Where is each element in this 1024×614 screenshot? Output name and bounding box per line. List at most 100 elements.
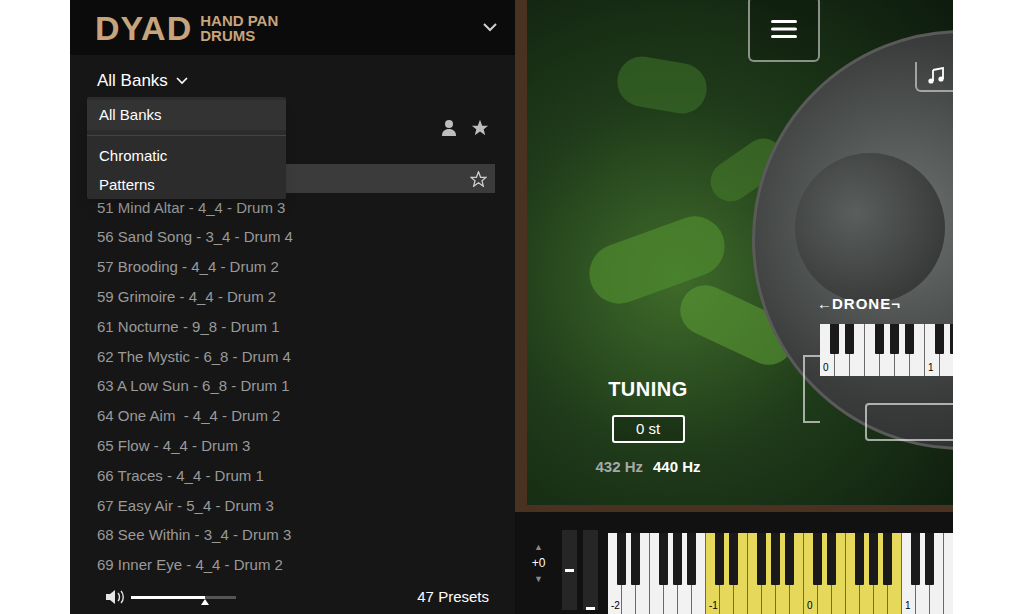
menu-button[interactable] (748, 0, 820, 62)
chevron-down-icon[interactable] (176, 77, 188, 85)
user-icon[interactable] (441, 119, 457, 136)
black-key[interactable] (659, 533, 668, 585)
transpose-up[interactable]: ▲ (534, 542, 543, 552)
black-key[interactable] (875, 324, 884, 354)
white-key[interactable] (944, 533, 953, 614)
preset-name[interactable]: 62 The Mystic - 6_8 - Drum 4 (97, 346, 291, 369)
bank-menu-label[interactable]: Chromatic (99, 145, 167, 168)
logo-subtitle-line: DRUMS (200, 28, 278, 43)
star-outline-icon[interactable] (470, 171, 487, 187)
mod-wheel-marker (586, 607, 595, 610)
octave[interactable]: 1 (925, 324, 953, 376)
preset-name[interactable]: 61 Nocturne - 9_8 - Drum 1 (97, 316, 280, 339)
preset-name[interactable]: 64 One Aim - 4_4 - Drum 2 (97, 405, 280, 428)
star-icon[interactable] (471, 119, 489, 136)
patterns-button[interactable] (915, 62, 953, 92)
black-key[interactable] (935, 324, 944, 354)
black-key[interactable] (855, 533, 864, 585)
preset-name[interactable]: 59 Grimoire - 4_4 - Drum 2 (97, 286, 276, 309)
chevron-down-icon[interactable] (483, 23, 497, 32)
black-key[interactable] (729, 533, 738, 585)
bank-menu-item[interactable]: All Banks (87, 100, 286, 130)
black-key[interactable] (617, 533, 626, 585)
black-key[interactable] (890, 324, 899, 354)
black-key[interactable] (785, 533, 794, 585)
transpose-control[interactable]: ▲ +0 ▼ (515, 512, 562, 614)
mod-wheel[interactable] (583, 530, 598, 610)
pitch-wheel[interactable] (562, 530, 577, 610)
preset-row[interactable]: 56 Sand Song - 3_4 - Drum 4 (70, 223, 515, 253)
preset-row[interactable]: 65 Flow - 4_4 - Drum 3 (70, 431, 515, 461)
preset-name[interactable]: 56 Sand Song - 3_4 - Drum 4 (97, 226, 293, 249)
preset-count: 47 Presets (417, 586, 489, 609)
music-note-icon[interactable] (927, 67, 945, 85)
black-key[interactable] (687, 533, 696, 585)
hamburger-icon[interactable] (771, 19, 797, 39)
handpan[interactable] (752, 30, 953, 450)
octave[interactable]: 0 (804, 533, 902, 614)
drone-keyboard[interactable]: 01 (820, 324, 953, 376)
bank-menu-item[interactable]: Patterns (87, 171, 286, 199)
black-key[interactable] (950, 324, 953, 354)
octave[interactable]: 1 (902, 533, 953, 614)
black-key[interactable] (925, 533, 934, 585)
bank-menu-label[interactable]: All Banks (99, 104, 162, 127)
reference-option[interactable]: 432 Hz (595, 456, 643, 479)
black-key[interactable] (905, 324, 914, 354)
preset-name[interactable]: 65 Flow - 4_4 - Drum 3 (97, 435, 250, 458)
keyboard[interactable]: -2-10 1 (608, 533, 953, 614)
black-key[interactable] (827, 533, 836, 585)
black-key[interactable] (673, 533, 682, 585)
preset-row[interactable]: 69 Inner Eye - 4_4 - Drum 2 (70, 551, 515, 580)
speaker-icon[interactable] (105, 589, 125, 605)
preset-row[interactable]: 63 A Low Sun - 6_8 - Drum 1 (70, 372, 515, 402)
octave[interactable]: -1 (706, 533, 804, 614)
preset-row[interactable]: 62 The Mystic - 6_8 - Drum 4 (70, 342, 515, 372)
preset-name[interactable]: 67 Easy Air - 5_4 - Drum 3 (97, 495, 274, 518)
black-key[interactable] (830, 324, 839, 354)
logo-subtitle: HAND PANDRUMS (200, 13, 278, 43)
preset-row[interactable]: 67 Easy Air - 5_4 - Drum 3 (70, 491, 515, 521)
octave-label: 1 (905, 600, 911, 611)
black-key[interactable] (771, 533, 780, 585)
preset-row[interactable]: 64 One Aim - 4_4 - Drum 2 (70, 402, 515, 432)
preset-row[interactable]: 57 Brooding - 4_4 - Drum 2 (70, 253, 515, 283)
logo-subtitle-line: HAND PAN (200, 13, 278, 28)
preset-row[interactable]: 66 Traces - 4_4 - Drum 1 (70, 461, 515, 491)
transpose-down[interactable]: ▼ (534, 574, 543, 584)
black-key[interactable] (715, 533, 724, 585)
preset-row[interactable]: 68 See Within - 3_4 - Drum 3 (70, 521, 515, 551)
bank-filter-label[interactable]: All Banks (97, 68, 168, 94)
tuning-field[interactable]: 0 st (612, 415, 685, 443)
tuning-value[interactable]: 0 st (636, 418, 660, 441)
preset-name[interactable]: 57 Brooding - 4_4 - Drum 2 (97, 256, 279, 279)
preset-row[interactable]: 59 Grimoire - 4_4 - Drum 2 (70, 282, 515, 312)
logo: DYAD (95, 11, 192, 45)
octave[interactable]: 0 (820, 324, 925, 376)
preset-name[interactable]: 66 Traces - 4_4 - Drum 1 (97, 465, 264, 488)
black-key[interactable] (883, 533, 892, 585)
volume-fill (131, 596, 205, 599)
bank-menu-label[interactable]: Patterns (99, 174, 155, 197)
octave-label: 0 (807, 600, 813, 611)
black-key[interactable] (757, 533, 766, 585)
volume-thumb[interactable] (201, 599, 209, 605)
bank-filter[interactable]: All Banks (70, 61, 515, 101)
black-key[interactable] (631, 533, 640, 585)
volume-slider[interactable] (131, 596, 236, 599)
preset-name[interactable]: 68 See Within - 3_4 - Drum 3 (97, 524, 291, 547)
preset-name[interactable]: 69 Inner Eye - 4_4 - Drum 2 (97, 554, 283, 577)
pitch-wheel-marker (565, 569, 574, 572)
reference-option[interactable]: 440 Hz (653, 456, 701, 479)
black-key[interactable] (813, 533, 822, 585)
preset-name[interactable]: 51 Mind Altar - 4_4 - Drum 3 (97, 197, 285, 220)
black-key[interactable] (845, 324, 854, 354)
bank-menu-item[interactable]: Chromatic (87, 141, 286, 171)
keyboard-strip: ▲ +0 ▼ -2-10 1 (515, 512, 953, 614)
preset-name[interactable]: 63 A Low Sun - 6_8 - Drum 1 (97, 375, 290, 398)
black-key[interactable] (911, 533, 920, 585)
drone-arrow: ¬ (891, 294, 900, 314)
black-key[interactable] (869, 533, 878, 585)
octave[interactable]: -2 (608, 533, 706, 614)
preset-row[interactable]: 61 Nocturne - 9_8 - Drum 1 (70, 312, 515, 342)
